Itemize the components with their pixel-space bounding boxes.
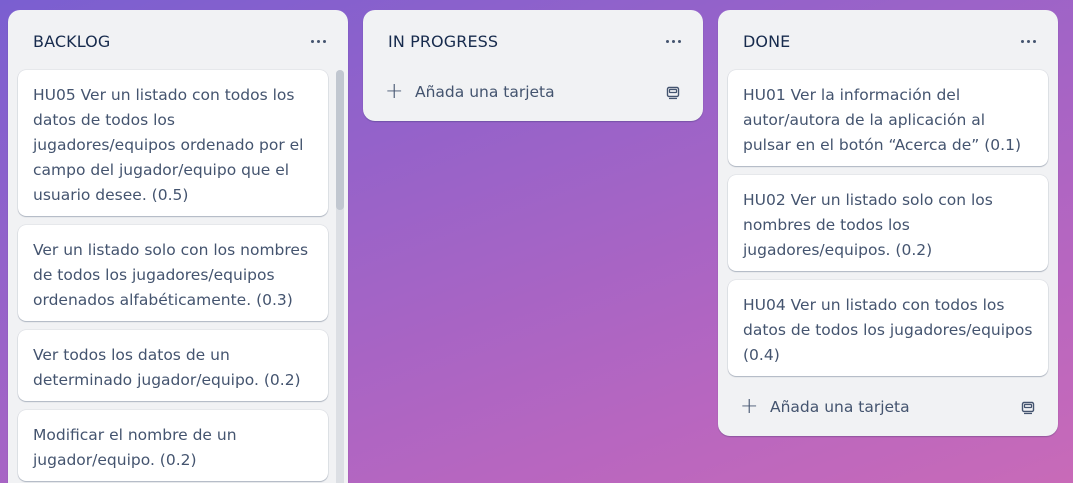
card[interactable]: Modificar el nombre de un jugador/equipo… bbox=[18, 410, 328, 481]
card[interactable]: HU02 Ver un listado solo con los nombres… bbox=[728, 175, 1048, 271]
card[interactable]: HU01 Ver la información del autor/autora… bbox=[728, 70, 1048, 166]
card[interactable]: Ver todos los datos de un determinado ju… bbox=[18, 330, 328, 401]
card-title: HU05 Ver un listado con todos los datos … bbox=[33, 86, 304, 204]
list-header: DONE bbox=[718, 10, 1058, 72]
list-done: DONE HU01 Ver la información del autor/a… bbox=[718, 10, 1058, 436]
card-template-icon[interactable] bbox=[663, 82, 683, 102]
scrollbar-thumb[interactable] bbox=[336, 70, 344, 210]
more-horizontal-icon bbox=[310, 39, 326, 43]
add-card-label: Añada una tarjeta bbox=[770, 398, 910, 416]
list-menu-button[interactable] bbox=[657, 25, 689, 57]
list-in-progress: IN PROGRESS + Añada una tarjeta bbox=[363, 10, 703, 121]
list-menu-button[interactable] bbox=[302, 25, 334, 57]
more-horizontal-icon bbox=[665, 39, 681, 43]
card-title: Ver un listado solo con los nombres de t… bbox=[33, 241, 309, 309]
more-horizontal-icon bbox=[1020, 39, 1036, 43]
list-title[interactable]: DONE bbox=[743, 32, 790, 51]
plus-icon: + bbox=[385, 79, 404, 104]
list-title[interactable]: BACKLOG bbox=[33, 32, 110, 51]
card-title: HU04 Ver un listado con todos los datos … bbox=[743, 296, 1033, 364]
card-title: HU01 Ver la información del autor/autora… bbox=[743, 86, 1022, 154]
card-title: HU02 Ver un listado solo con los nombres… bbox=[743, 191, 993, 259]
add-card-button[interactable]: + Añada una tarjeta bbox=[728, 387, 1048, 427]
add-card-label: Añada una tarjeta bbox=[415, 83, 555, 101]
add-card-button[interactable]: + Añada una tarjeta bbox=[373, 72, 693, 112]
list-menu-button[interactable] bbox=[1012, 25, 1044, 57]
card[interactable]: Ver un listado solo con los nombres de t… bbox=[18, 225, 328, 321]
card-title: Ver todos los datos de un determinado ju… bbox=[33, 346, 301, 389]
card[interactable]: HU04 Ver un listado con todos los datos … bbox=[728, 280, 1048, 376]
list-header: IN PROGRESS bbox=[363, 10, 703, 72]
list-backlog: BACKLOG HU05 Ver un listado con todos lo… bbox=[8, 10, 348, 483]
list-title[interactable]: IN PROGRESS bbox=[388, 32, 498, 51]
list-header: BACKLOG bbox=[8, 10, 348, 72]
card-title: Modificar el nombre de un jugador/equipo… bbox=[33, 426, 237, 469]
plus-icon: + bbox=[740, 394, 759, 419]
list-scrollbar[interactable] bbox=[336, 70, 344, 483]
card-template-icon[interactable] bbox=[1018, 397, 1038, 417]
card[interactable]: HU05 Ver un listado con todos los datos … bbox=[18, 70, 328, 216]
